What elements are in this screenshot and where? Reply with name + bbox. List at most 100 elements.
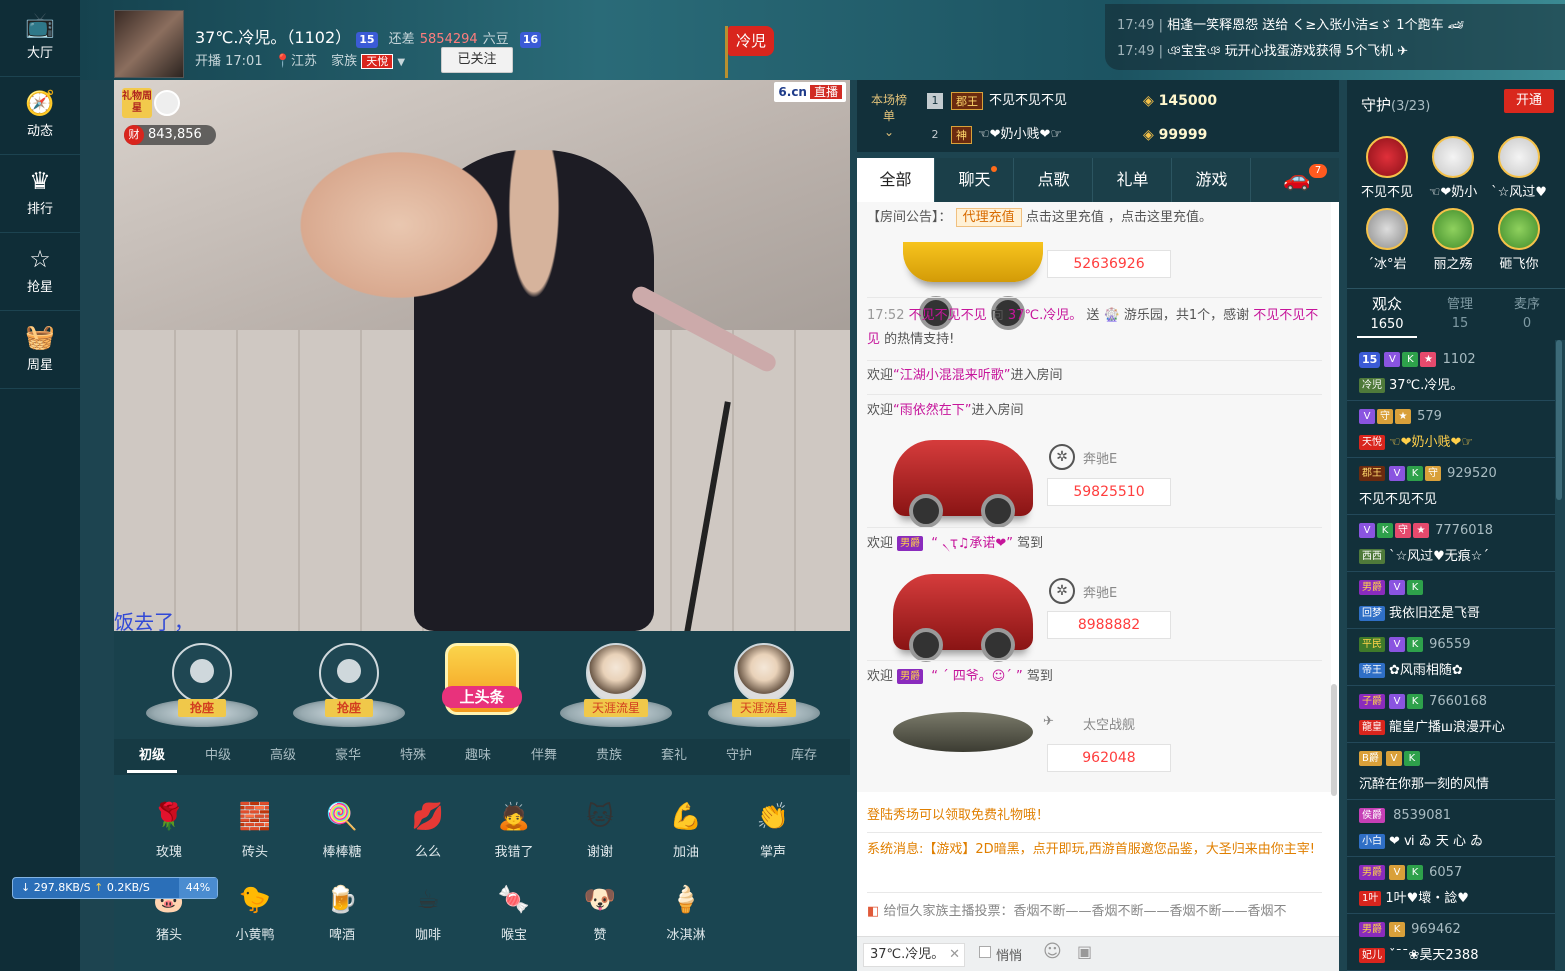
guard-avatar — [1498, 136, 1540, 178]
airplane-icon: ✈ — [1397, 44, 1409, 59]
guard-member[interactable]: ☜❤奶小 — [1425, 136, 1481, 200]
gift-tab[interactable]: 守护 — [714, 739, 764, 773]
family-tag[interactable]: 天悅 — [361, 54, 394, 69]
gift-item[interactable]: 🐶 赞 — [565, 880, 635, 950]
rank-row[interactable]: 2 神 ☜❤奶小贱❤☞ ◈ 99999 — [927, 122, 1327, 148]
rank-title[interactable]: 本场榜单 ⌄ — [871, 92, 907, 140]
seat-5[interactable]: 天涯流星 — [708, 641, 820, 731]
video-player[interactable]: 6.cn 直播 礼物周星 财 843,856 饭去了， — [114, 80, 850, 631]
chat-body[interactable]: 【房间公告】： 代理充值 点击这里充值 ，点击这里充值。 52636926 17… — [857, 202, 1331, 792]
tab-chat[interactable]: 聊天 — [936, 158, 1014, 202]
guard-member[interactable]: ˊ冰°岩 — [1359, 208, 1415, 272]
gift-tab[interactable]: 趣味 — [453, 739, 503, 773]
tab-all[interactable]: 全部 — [857, 158, 935, 202]
gift-item[interactable]: 🌹 玫瑰 — [134, 797, 204, 867]
nav-item-ranking[interactable]: ♛ 排行 — [0, 156, 80, 233]
gift-item[interactable]: 💋 么么 — [393, 797, 463, 867]
vote-message[interactable]: ◧ 给恒久家族主播投票：香烟不断——香烟不断——香烟不断——香烟不 — [867, 900, 1322, 924]
whisper-checkbox[interactable] — [979, 946, 991, 958]
audience-name: 沉醉在你那一刻的风情 — [1359, 777, 1490, 792]
audience-scrollbar[interactable] — [1556, 340, 1562, 500]
headline-button[interactable]: 上头条 — [442, 643, 522, 715]
notice-line: 17:49 | ঞ宝宝ঞ 玩开心找蛋游戏获得 5个飞机 ✈ — [1117, 44, 1409, 59]
guard-member[interactable]: 丽之殇 — [1425, 208, 1481, 272]
gift-label: 啤酒 — [328, 928, 355, 943]
gift-item[interactable]: 🐤 小黄鸭 — [220, 880, 290, 950]
audience-row[interactable]: V K 守 ★ 7776018 西西 ˋ☆风过♥无痕☆ˊ — [1347, 515, 1555, 572]
gift-tab[interactable]: 特殊 — [388, 739, 438, 773]
image-icon[interactable]: ▣ — [1077, 942, 1092, 961]
seat-4[interactable]: 天涯流星 — [560, 641, 672, 731]
audience-row[interactable]: 男爵 K 969462 妃儿 ˇ¯¯❀昊天2388 — [1347, 914, 1555, 971]
nav-label: 周星 — [26, 358, 53, 373]
gift-item[interactable]: 🍦 冰淇淋 — [651, 880, 721, 950]
gift-star-avatar[interactable] — [154, 90, 180, 116]
tab-mic-queue[interactable]: 麦序 0 — [1497, 295, 1557, 333]
gift-item[interactable]: 💪 加油 — [651, 797, 721, 867]
sys-message[interactable]: 登陆秀场可以领取免费礼物哦！ — [867, 804, 1322, 828]
emoji-icon[interactable]: ☺ — [1043, 941, 1062, 962]
gift-item[interactable]: 🍺 啤酒 — [307, 880, 377, 950]
audience-row[interactable]: 侯爵 8539081 小白 ❤ ⅵ ゐ 天 心 ゐ — [1347, 800, 1555, 857]
gift-item[interactable]: ☕ 咖啡 — [393, 880, 463, 950]
audience-row[interactable]: 子爵 V K 7660168 龍皇 龍皇广播ш浪漫开心 — [1347, 686, 1555, 743]
gift-star-badge[interactable]: 礼物周星 — [122, 88, 152, 118]
guard-member[interactable]: ˋ☆风过♥ — [1491, 136, 1547, 200]
gift-item[interactable]: 🍭 棒棒糖 — [307, 797, 377, 867]
tab-gift-list[interactable]: 礼单 — [1094, 158, 1172, 202]
audience-row[interactable]: 男爵 V K 回梦 我依旧还是飞哥 — [1347, 572, 1555, 629]
gift-label: 猪头 — [155, 928, 182, 943]
tab-game[interactable]: 游戏 — [1173, 158, 1251, 202]
gift-tab[interactable]: 初级 — [127, 739, 177, 773]
noble-tag: 男爵 — [897, 669, 924, 684]
audience-row[interactable]: 郡王 V K 守 929520 不见不见不见 — [1347, 458, 1555, 515]
gift-tab[interactable]: 套礼 — [649, 739, 699, 773]
tab-song[interactable]: 点歌 — [1015, 158, 1093, 202]
gift-item[interactable]: 🐱 谢谢 — [565, 797, 635, 867]
gift-item[interactable]: 🙇 我错了 — [479, 797, 549, 867]
gift-item[interactable]: 👏 掌声 — [738, 797, 808, 867]
gift-item[interactable]: 🧱 砖头 — [220, 797, 290, 867]
tab-car[interactable]: 🚗 7 — [1255, 158, 1339, 202]
megaphone-icon: ◧ — [867, 904, 880, 919]
audience-row[interactable]: B爵 V K 沉醉在你那一刻的风情 — [1347, 743, 1555, 800]
rank-row[interactable]: 1 郡王 不见不见不见 ◈ 145000 — [927, 88, 1327, 114]
chat-target-select[interactable]: 37℃.冷児。 ✕ — [863, 943, 965, 967]
sys-message[interactable]: 系统消息:【游戏】2D暗黑，点开即玩,西游首服邀您品鉴，大圣归来由你主宰! — [867, 838, 1322, 862]
open-guard-button[interactable]: 开通 — [1504, 89, 1554, 113]
audience-row[interactable]: 15 V K ★ 1102 冷児 37℃.冷児。 — [1347, 344, 1555, 401]
nav-item-grab-star[interactable]: ☆ 抢星 — [0, 234, 80, 311]
audience-row[interactable]: V 守 ★ 579 天悅 ☜❤奶小贱❤☞ — [1347, 401, 1555, 458]
gift-tab[interactable]: 中级 — [193, 739, 243, 773]
gift-tab[interactable]: 伴舞 — [519, 739, 569, 773]
recharge-tag[interactable]: 代理充值 — [955, 208, 1022, 227]
guard-member[interactable]: 不见不见 — [1359, 136, 1415, 200]
nav-item-dynamic[interactable]: 🧭 动态 — [0, 78, 80, 155]
guard-box: 守护(3/23) 开通 不见不见 ☜❤奶小 ˋ☆风过♥ ˊ冰°岩 丽之殇 砸飞你 — [1347, 80, 1565, 288]
nav-item-hall[interactable]: 📺 大厅 — [0, 0, 80, 77]
gift-tab[interactable]: 高级 — [258, 739, 308, 773]
chat-scrollbar[interactable] — [1331, 684, 1337, 796]
crown-icon: ♛ — [29, 167, 51, 195]
follow-button[interactable]: 已关注 — [441, 47, 513, 73]
gift-tab[interactable]: 豪华 — [323, 739, 373, 773]
audience-row[interactable]: 平民 V K 96559 帝王 ✿风雨相随✿ — [1347, 629, 1555, 686]
tab-admin[interactable]: 管理 15 — [1430, 295, 1490, 333]
gift-tab[interactable]: 贵族 — [584, 739, 634, 773]
seat-2[interactable]: 抢座 — [293, 641, 405, 731]
welcome-message: 欢迎“雨依然在下”进入房间 — [867, 403, 1024, 418]
system-messages: 登陆秀场可以领取免费礼物哦！ 系统消息:【游戏】2D暗黑，点开即玩,西游首服邀您… — [857, 800, 1339, 936]
close-icon[interactable]: ✕ — [949, 944, 960, 966]
audience-list: 15 V K ★ 1102 冷児 37℃.冷児。 V 守 ★ 579 天悅 ☜❤奶小贱❤☞ … — [1347, 340, 1555, 971]
seat-1[interactable]: 抢座 — [146, 641, 258, 731]
gift-item[interactable]: 🍬 喉宝 — [479, 880, 549, 950]
tab-audience[interactable]: 观众 1650 — [1357, 295, 1417, 338]
gift-tab[interactable]: 库存 — [779, 739, 829, 773]
audience-row[interactable]: 男爵 V K 6057 1叶 1叶♥壞・諗♥ — [1347, 857, 1555, 914]
chevron-down-icon[interactable]: ▼ — [397, 57, 405, 68]
room-notice: 【房间公告】： 代理充值 点击这里充值 ，点击这里充值。 — [867, 208, 1212, 227]
guard-member[interactable]: 砸飞你 — [1491, 208, 1547, 272]
upload-speed: 0.2KB/S — [106, 881, 150, 894]
anchor-avatar[interactable] — [114, 10, 184, 78]
nav-item-weekly-star[interactable]: 🧺 周星 — [0, 312, 80, 389]
